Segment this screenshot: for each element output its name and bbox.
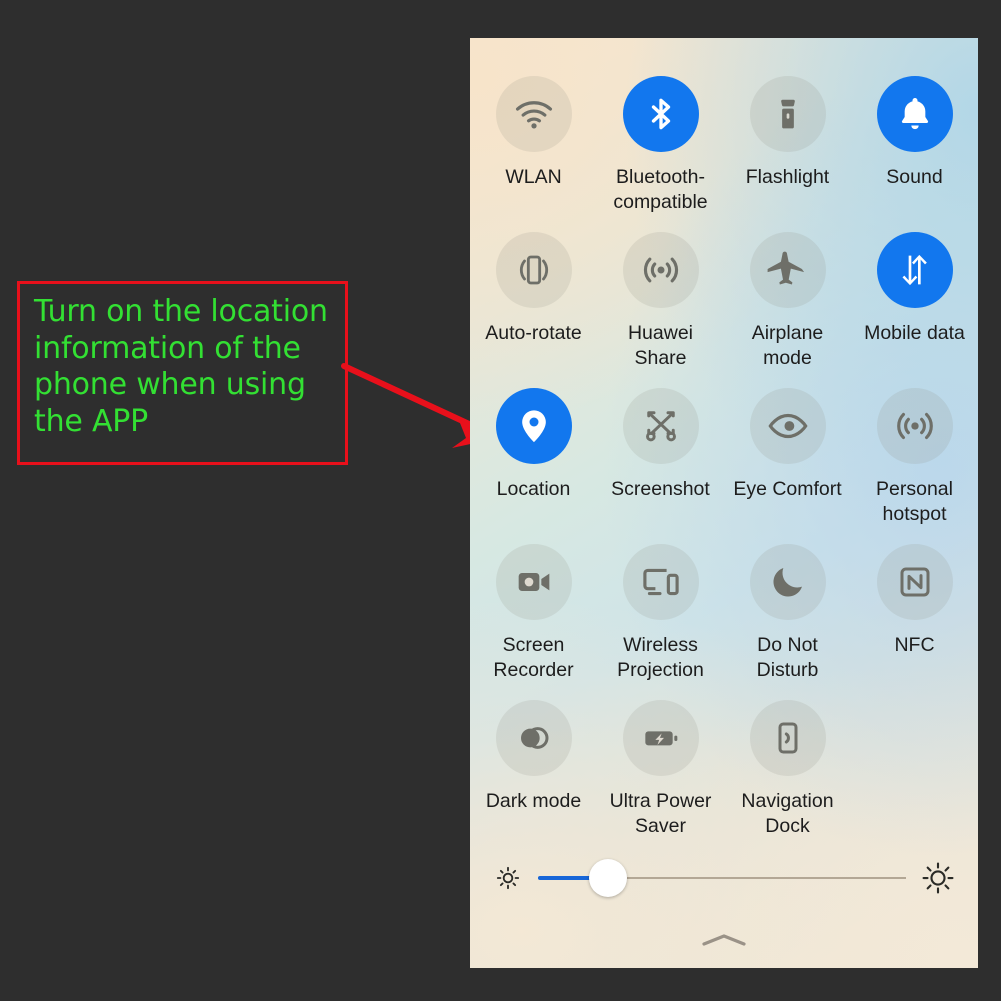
tile-label: Airplane mode (751, 322, 824, 370)
tile-label: Bluetooth- compatible (613, 166, 708, 214)
tile-auto-rotate[interactable]: Auto-rotate (470, 232, 597, 388)
tile-bluetooth-compatible[interactable]: Bluetooth- compatible (597, 76, 724, 232)
tile-label: Location (496, 478, 571, 500)
tile-label: Sound (886, 166, 943, 188)
tile-screen-recorder[interactable]: Screen Recorder (470, 544, 597, 700)
annotation-callout-box: Turn on the location information of the … (17, 281, 348, 465)
quick-settings-tile-grid: WLAN Bluetooth- compatible Flashlight Sound… (470, 38, 978, 856)
tile-mobile-data[interactable]: Mobile data (851, 232, 978, 388)
auto-rotate-icon[interactable] (495, 232, 572, 308)
tile-location[interactable]: Location (470, 388, 597, 544)
brightness-slider-thumb[interactable] (588, 859, 627, 897)
dark-mode-icon[interactable] (495, 700, 572, 776)
tile-label: Ultra Power Saver (609, 790, 712, 838)
tile-label: Huawei Share (627, 322, 694, 370)
tile-label: Personal hotspot (876, 478, 953, 526)
tile-sound[interactable]: Sound (851, 76, 978, 232)
tile-label: Eye Comfort (733, 478, 842, 500)
tile-label: Do Not Disturb (756, 634, 819, 682)
tile-nfc[interactable]: NFC (851, 544, 978, 700)
tile-eye-comfort[interactable]: Eye Comfort (724, 388, 851, 544)
moon-icon[interactable] (749, 544, 826, 620)
mobile-data-icon[interactable] (876, 232, 953, 308)
battery-bolt-icon[interactable] (622, 700, 699, 776)
tile-wlan[interactable]: WLAN (470, 76, 597, 232)
tile-label: Screen Recorder (493, 634, 574, 682)
location-pin-icon[interactable] (495, 388, 572, 464)
brightness-slider-row[interactable] (470, 846, 978, 910)
tile-label: NFC (894, 634, 935, 656)
flashlight-icon[interactable] (749, 76, 826, 152)
wifi-icon[interactable] (495, 76, 572, 152)
navigation-dock-icon[interactable] (749, 700, 826, 776)
tile-label: Wireless Projection (617, 634, 704, 682)
bell-icon[interactable] (876, 76, 953, 152)
tile-label: Navigation Dock (741, 790, 834, 838)
tile-airplane-mode[interactable]: Airplane mode (724, 232, 851, 388)
eye-icon[interactable] (749, 388, 826, 464)
nfc-icon[interactable] (876, 544, 953, 620)
tile-label: Dark mode (485, 790, 582, 812)
tile-dark-mode[interactable]: Dark mode (470, 700, 597, 856)
chevron-up-icon[interactable] (694, 930, 754, 950)
screenshot-scissors-icon[interactable] (622, 388, 699, 464)
tile-label: Screenshot (611, 478, 710, 500)
brightness-track[interactable] (538, 858, 906, 898)
video-camera-icon[interactable] (495, 544, 572, 620)
tile-personal-hotspot[interactable]: Personal hotspot (851, 388, 978, 544)
bluetooth-icon[interactable] (622, 76, 699, 152)
tile-do-not-disturb[interactable]: Do Not Disturb (724, 544, 851, 700)
tile-wireless-projection[interactable]: Wireless Projection (597, 544, 724, 700)
tile-ultra-power-saver[interactable]: Ultra Power Saver (597, 700, 724, 856)
tile-label: Auto-rotate (485, 322, 582, 344)
tile-huawei-share[interactable]: Huawei Share (597, 232, 724, 388)
tile-label: Flashlight (745, 166, 830, 188)
hotspot-icon[interactable] (876, 388, 953, 464)
tile-navigation-dock[interactable]: Navigation Dock (724, 700, 851, 856)
tile-screenshot[interactable]: Screenshot (597, 388, 724, 544)
sun-small-icon (488, 865, 528, 891)
annotation-text: Turn on the location information of the … (34, 294, 328, 439)
tile-label: WLAN (505, 166, 562, 188)
cast-screen-icon[interactable] (622, 544, 699, 620)
huawei-share-icon[interactable] (622, 232, 699, 308)
sun-large-icon (916, 861, 960, 895)
tile-label: Mobile data (864, 322, 965, 344)
quick-settings-panel: WLAN Bluetooth- compatible Flashlight Sound… (470, 38, 978, 968)
airplane-icon[interactable] (749, 232, 826, 308)
tile-flashlight[interactable]: Flashlight (724, 76, 851, 232)
